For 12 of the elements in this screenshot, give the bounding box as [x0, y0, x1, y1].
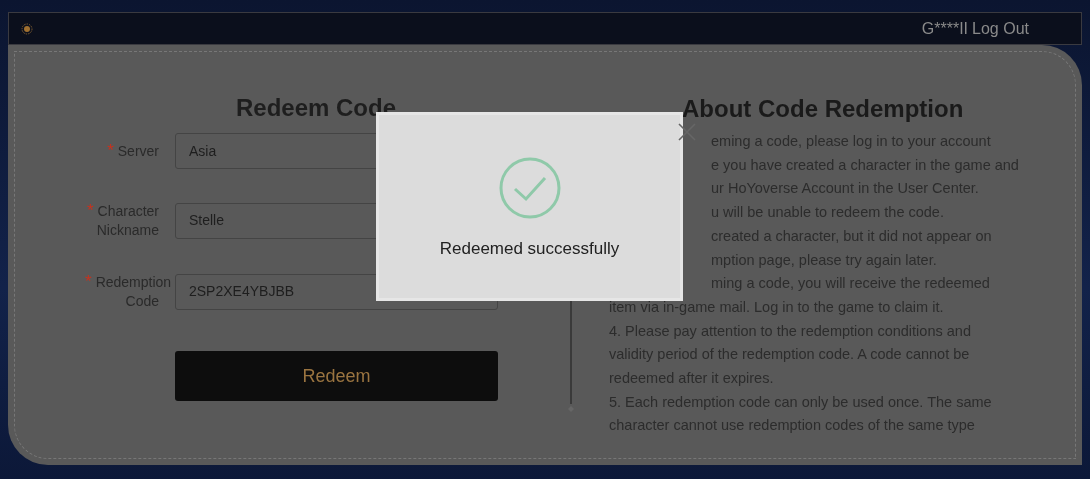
- required-mark: *: [107, 141, 114, 160]
- required-mark: *: [85, 272, 92, 291]
- logout-link[interactable]: Log Out: [972, 16, 1029, 41]
- about-title: About Code Redemption: [681, 94, 965, 124]
- sun-icon: [21, 22, 33, 35]
- username: G****II: [921, 18, 969, 39]
- check-circle-icon: [497, 156, 562, 220]
- redeem-button[interactable]: Redeem: [175, 351, 498, 401]
- success-message: Redeemed successfully: [439, 238, 620, 260]
- close-button[interactable]: [676, 121, 698, 143]
- required-mark: *: [86, 201, 94, 220]
- close-icon: [677, 122, 697, 142]
